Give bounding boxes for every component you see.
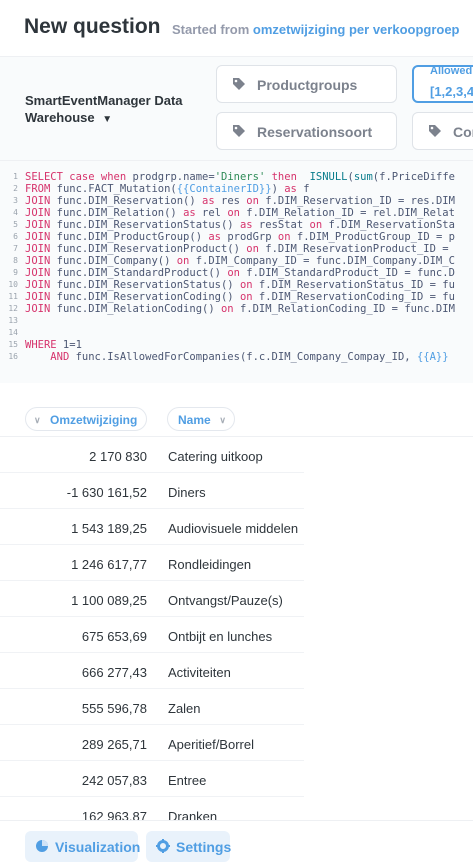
table-row[interactable]: 555 596,78 Zalen: [0, 689, 473, 725]
question-header: New question Started from omzetwijziging…: [0, 0, 473, 57]
footer-bar: Visualization Settings: [0, 820, 473, 862]
line-number: 12: [8, 304, 18, 313]
table-row[interactable]: -1 630 161,52 Diners: [0, 473, 473, 509]
variable-caption: Allowed: [430, 65, 473, 77]
line-number: 13: [8, 316, 18, 325]
name-cell: Entree: [168, 773, 207, 788]
variable-label: Reservationsoort: [257, 124, 373, 140]
line-number: 10: [8, 280, 18, 289]
table-row[interactable]: 2 170 830 Catering uitkoop: [0, 437, 473, 473]
table-row[interactable]: 1 543 189,25 Audiovisuele middelen: [0, 509, 473, 545]
table-row[interactable]: 289 265,71 Aperitief/Borrel: [0, 725, 473, 761]
sql-editor[interactable]: 1 2 3 4 5 6 7 8 9 10 11 12 13 14 15 16 SELECT case when…: [0, 161, 473, 383]
line-number: 11: [8, 292, 18, 301]
line-number: 5: [13, 220, 18, 229]
omzetwijziging-cell: 675 653,69: [81, 629, 147, 644]
code-line: AND func.IsAllowedForCompanies(f.c.DIM_C…: [50, 351, 449, 363]
code-line: JOIN func.DIM_ReservationStatus() on f.D…: [25, 279, 455, 291]
chevron-down-icon: ▼: [102, 114, 113, 125]
gear-icon: [156, 839, 170, 853]
tag-icon: [233, 78, 245, 90]
column-label: Omzetwijziging: [50, 413, 138, 427]
sql-code[interactable]: SELECT case when prodgrp.name='Diners' t…: [25, 171, 455, 363]
omzetwijziging-cell: 1 543 189,25: [71, 521, 147, 536]
origin-question-link[interactable]: omzetwijziging per verkoopgroep: [253, 22, 460, 37]
line-number: 1: [13, 172, 18, 181]
name-cell: Rondleidingen: [168, 557, 252, 572]
page-title: New question: [24, 15, 161, 38]
code-line: JOIN func.DIM_ReservationStatus() as res…: [25, 219, 455, 231]
settings-button[interactable]: Settings: [146, 831, 232, 862]
variable-label: Con: [453, 124, 473, 140]
omzetwijziging-cell: 242 057,83: [81, 773, 147, 788]
omzetwijziging-cell: 555 596,78: [81, 701, 147, 716]
settings-label: Settings: [176, 839, 232, 855]
code-line: JOIN func.DIM_StandardProduct() on f.DIM…: [25, 267, 455, 279]
name-cell: Activiteiten: [168, 665, 231, 680]
table-row[interactable]: 1 100 089,25 Ontvangst/Pauze(s): [0, 581, 473, 617]
visualization-icon: [36, 840, 48, 852]
omzetwijziging-cell: 1 100 089,25: [71, 593, 147, 608]
origin-prefix: Started from: [172, 22, 250, 37]
name-cell: Audiovisuele middelen: [168, 521, 299, 536]
line-number: 6: [13, 232, 18, 241]
omzetwijziging-cell: -1 630 161,52: [66, 485, 147, 500]
name-cell: Diners: [168, 485, 206, 500]
line-number: 8: [13, 256, 18, 265]
omzetwijziging-cell: 1 246 617,77: [71, 557, 147, 572]
database-picker[interactable]: SmartEventManager Data Warehouse ▼: [25, 92, 205, 128]
code-line: JOIN func.DIM_Reservation() as res on f.…: [25, 195, 455, 207]
code-line: JOIN func.DIM_ReservationProduct() on f.…: [25, 243, 449, 255]
line-number: 15: [8, 340, 18, 349]
code-line: WHERE 1=1: [25, 339, 82, 351]
code-line: FROM func.FACT_Mutation({{ContainerID}})…: [25, 183, 310, 195]
line-number: 3: [13, 196, 18, 205]
line-number: 2: [13, 184, 18, 193]
code-line: JOIN func.DIM_RelationCoding() on f.DIM_…: [25, 303, 455, 315]
code-line: SELECT case when prodgrp.name='Diners' t…: [25, 171, 455, 183]
tag-icon: [429, 125, 441, 137]
code-line: JOIN func.DIM_ReservationCoding() on f.D…: [25, 291, 455, 303]
visualization-button[interactable]: Visualization: [25, 831, 141, 862]
line-number: 9: [13, 268, 18, 277]
name-cell: Aperitief/Borrel: [168, 737, 254, 752]
line-number: 7: [13, 244, 18, 253]
variable-productgroups[interactable]: Productgroups: [216, 65, 397, 103]
name-cell: Ontbijt en lunches: [168, 629, 273, 644]
table-row[interactable]: 675 653,69 Ontbijt en lunches: [0, 617, 473, 653]
question-origin: Started from omzetwijziging per verkoopg…: [172, 22, 460, 37]
table-row[interactable]: 666 277,43 Activiteiten: [0, 653, 473, 689]
variable-allowed[interactable]: Allowed [1,2,3,4: [412, 65, 473, 103]
variable-con[interactable]: Con: [412, 112, 473, 150]
code-line: JOIN func.DIM_ProductGroup() as prodGrp …: [25, 231, 455, 243]
variable-reservationsoort[interactable]: Reservationsoort: [216, 112, 397, 150]
code-line: JOIN func.DIM_Relation() as rel on f.DIM…: [25, 207, 455, 219]
table-row[interactable]: 1 246 617,77 Rondleidingen: [0, 545, 473, 581]
omzetwijziging-cell: 2 170 830: [89, 449, 147, 464]
name-cell: Ontvangst/Pauze(s): [168, 593, 283, 608]
code-line: JOIN func.DIM_Company() on f.DIM_Company…: [25, 255, 455, 267]
visualization-label: Visualization: [55, 839, 141, 855]
column-header-name[interactable]: Name ∨: [167, 407, 235, 431]
table-row[interactable]: 242 057,83 Entree: [0, 761, 473, 797]
name-cell: Catering uitkoop: [168, 449, 263, 464]
column-header-omzetwijziging[interactable]: ∨ Omzetwijziging: [25, 407, 147, 431]
name-cell: Zalen: [168, 701, 201, 716]
line-number: 4: [13, 208, 18, 217]
sort-arrow-icon: ∨: [219, 415, 226, 425]
template-variables-bar: SmartEventManager Data Warehouse ▼ Produ…: [0, 57, 473, 161]
line-number: 14: [8, 328, 18, 337]
line-number: 16: [8, 352, 18, 361]
variable-label: Productgroups: [257, 77, 358, 93]
column-label: Name: [178, 413, 211, 427]
variable-value: [1,2,3,4: [430, 84, 473, 99]
sort-arrow-icon: ∨: [34, 415, 41, 425]
omzetwijziging-cell: 289 265,71: [81, 737, 147, 752]
line-number-gutter: 1 2 3 4 5 6 7 8 9 10 11 12 13 14 15 16: [0, 171, 18, 363]
omzetwijziging-cell: 666 277,43: [81, 665, 147, 680]
tag-icon: [233, 125, 245, 137]
